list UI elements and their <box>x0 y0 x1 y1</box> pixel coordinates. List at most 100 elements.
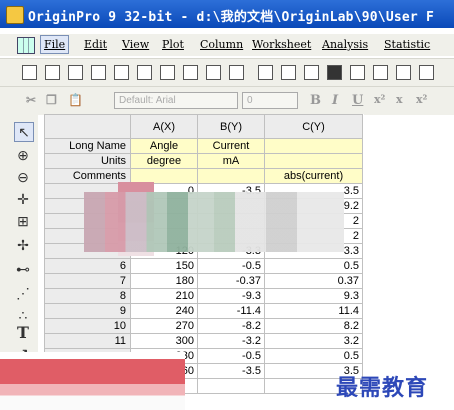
save-project-icon[interactable] <box>327 65 342 80</box>
copy-icon[interactable]: ❐ <box>46 93 57 107</box>
bold-button[interactable]: B <box>310 93 321 108</box>
cell-b[interactable]: -3.2 <box>197 333 265 349</box>
text-tool-icon[interactable]: T <box>14 324 32 342</box>
menu-column[interactable]: Column <box>200 38 243 51</box>
cell-b[interactable]: -0.37 <box>197 273 265 289</box>
font-size-select[interactable]: 0 <box>242 92 298 109</box>
column-header-c[interactable]: C(Y) <box>264 114 363 139</box>
menu-view[interactable]: View <box>122 38 149 51</box>
new-worksheet-icon[interactable] <box>68 65 83 80</box>
screen-reader-icon[interactable]: ✛ <box>14 190 32 208</box>
superscript-button[interactable]: x² <box>374 93 385 106</box>
meta-cell[interactable]: mA <box>197 153 265 169</box>
new-folder-icon[interactable] <box>45 65 60 80</box>
cell-c[interactable]: 0.37 <box>264 273 363 289</box>
row-number[interactable]: 10 <box>44 318 131 334</box>
worksheet-icon[interactable] <box>17 37 35 54</box>
cell-c[interactable]: 0.5 <box>264 348 363 364</box>
cell-c[interactable]: 3.2 <box>264 333 363 349</box>
new-function-icon[interactable] <box>160 65 175 80</box>
menu-file[interactable]: File <box>40 35 70 54</box>
font-name-select[interactable]: Default: Arial <box>114 92 238 109</box>
zoom-in-icon[interactable]: ⊕ <box>14 146 32 164</box>
menu-bar: File Edit View Plot Column Worksheet Ana… <box>0 34 454 56</box>
meta-row: Comments abs(current) <box>44 168 363 184</box>
paste-icon[interactable]: 📋 <box>68 93 83 107</box>
row-number[interactable]: 8 <box>44 288 131 304</box>
new-layout-icon[interactable] <box>229 65 244 80</box>
cell-b[interactable]: -0.5 <box>197 258 265 274</box>
cell-a[interactable]: 240 <box>130 303 198 319</box>
menu-plot[interactable]: Plot <box>162 38 184 51</box>
meta-cell[interactable] <box>197 168 265 184</box>
meta-cell[interactable]: abs(current) <box>264 168 363 184</box>
open-template-icon[interactable] <box>281 65 296 80</box>
new-notes-icon[interactable] <box>206 65 221 80</box>
menu-statistics[interactable]: Statistic <box>384 38 430 51</box>
pointer-icon[interactable]: ↖ <box>14 122 34 142</box>
meta-cell[interactable] <box>264 138 363 154</box>
meta-cell[interactable]: degree <box>130 153 198 169</box>
cell-b[interactable]: -3.5 <box>197 363 265 379</box>
cell-b[interactable]: -0.5 <box>197 348 265 364</box>
cell-b[interactable]: -8.2 <box>197 318 265 334</box>
draw-data-icon[interactable]: ⋰ <box>14 284 32 302</box>
row-number[interactable]: 6 <box>44 258 131 274</box>
import-ascii-icon[interactable] <box>396 65 411 80</box>
supersub-button[interactable]: x² <box>416 93 427 106</box>
meta-row-header[interactable]: Long Name <box>44 138 131 154</box>
menu-worksheet[interactable]: Worksheet <box>252 38 311 51</box>
cell-a[interactable]: 150 <box>130 258 198 274</box>
cell-b[interactable]: -11.4 <box>197 303 265 319</box>
meta-row: Units degree mA <box>44 153 363 169</box>
table-row: 10 270 -8.2 8.2 <box>44 318 363 334</box>
row-number[interactable]: 11 <box>44 333 131 349</box>
save-template-icon[interactable] <box>350 65 365 80</box>
cell-a[interactable]: 180 <box>130 273 198 289</box>
regional-selector-icon[interactable]: ∴ <box>14 306 32 324</box>
open-icon[interactable] <box>258 65 273 80</box>
cell-a[interactable]: 270 <box>130 318 198 334</box>
row-number[interactable]: 9 <box>44 303 131 319</box>
format-toolbar: ✂ ❐ 📋 Default: Arial 0 B I U x² x x² <box>0 86 454 115</box>
new-project-icon[interactable] <box>22 65 37 80</box>
underline-button[interactable]: U <box>352 93 363 108</box>
cell-b[interactable] <box>197 378 265 394</box>
watermark-text: 最需教育 <box>336 375 429 401</box>
import-wizard-icon[interactable] <box>373 65 388 80</box>
cell-a[interactable]: 300 <box>130 333 198 349</box>
italic-button[interactable]: I <box>332 93 338 108</box>
data-reader-icon[interactable]: ✢ <box>14 236 32 254</box>
corner-cell[interactable] <box>44 114 131 139</box>
column-header-a[interactable]: A(X) <box>130 114 198 139</box>
cell-c[interactable]: 0.5 <box>264 258 363 274</box>
table-row: 9 240 -11.4 11.4 <box>44 303 363 319</box>
menu-edit[interactable]: Edit <box>84 38 107 51</box>
new-graph-icon[interactable] <box>183 65 198 80</box>
meta-row-header[interactable]: Units <box>44 153 131 169</box>
data-selector-icon[interactable]: ⊞ <box>14 212 32 230</box>
cell-c[interactable]: 8.2 <box>264 318 363 334</box>
subscript-button[interactable]: x <box>396 93 403 106</box>
meta-cell[interactable] <box>264 153 363 169</box>
pixelated-region <box>0 352 185 410</box>
new-workbook-icon[interactable] <box>91 65 106 80</box>
new-excel-icon[interactable] <box>114 65 129 80</box>
menu-analysis[interactable]: Analysis <box>322 38 368 51</box>
meta-cell[interactable]: Angle <box>130 138 198 154</box>
window-title: OriginPro 9 32-bit - d:\我的文档\OriginLab\9… <box>28 10 434 25</box>
cut-icon[interactable]: ✂ <box>26 93 36 107</box>
cell-b[interactable]: -9.3 <box>197 288 265 304</box>
import-multiple-icon[interactable] <box>419 65 434 80</box>
zoom-out-icon[interactable]: ⊖ <box>14 168 32 186</box>
cell-c[interactable]: 11.4 <box>264 303 363 319</box>
column-header-b[interactable]: B(Y) <box>197 114 265 139</box>
row-number[interactable]: 7 <box>44 273 131 289</box>
open-excel-icon[interactable] <box>304 65 319 80</box>
meta-cell[interactable]: Current <box>197 138 265 154</box>
mask-points-icon[interactable]: ⊷ <box>14 260 32 278</box>
cell-a[interactable]: 210 <box>130 288 198 304</box>
new-matrix-icon[interactable] <box>137 65 152 80</box>
cell-c[interactable]: 9.3 <box>264 288 363 304</box>
table-row: 8 210 -9.3 9.3 <box>44 288 363 304</box>
